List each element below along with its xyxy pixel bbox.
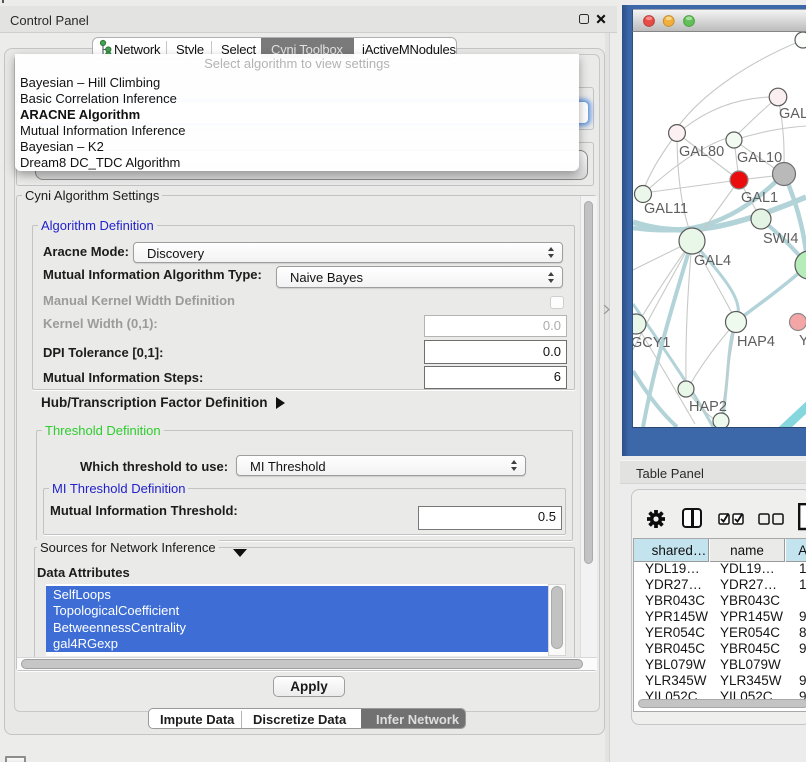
svg-text:GAL10: GAL10 <box>737 150 782 166</box>
svg-text:GAL1: GAL1 <box>741 190 778 206</box>
svg-text:HAP4: HAP4 <box>737 334 775 350</box>
svg-text:YB: YB <box>799 333 806 349</box>
svg-text:GAL80: GAL80 <box>679 144 724 160</box>
svg-text:GAL4: GAL4 <box>694 253 731 269</box>
svg-text:GAL11: GAL11 <box>644 201 688 217</box>
svg-text:HAP2: HAP2 <box>689 399 727 415</box>
svg-text:GAL2: GAL2 <box>779 106 806 122</box>
svg-text:SWI4: SWI4 <box>763 231 798 247</box>
svg-text:GCY1: GCY1 <box>633 335 671 351</box>
